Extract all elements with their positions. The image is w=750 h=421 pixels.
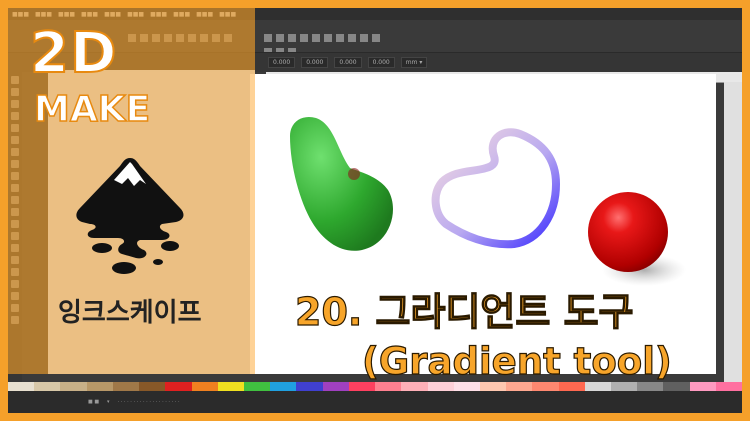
palette-swatch[interactable] — [270, 382, 297, 391]
gradient-stroke-bean[interactable] — [431, 128, 560, 249]
palette-swatch[interactable] — [34, 382, 61, 391]
palette-swatch[interactable] — [217, 382, 244, 391]
app-name-korean: 잉크스케이프 — [58, 298, 202, 328]
command-icons-right — [264, 34, 380, 42]
green-bean-dot — [348, 168, 360, 180]
document-properties-icon[interactable] — [336, 34, 344, 42]
x-field[interactable]: 0.000 — [268, 57, 296, 68]
y-field[interactable]: 0.000 — [301, 57, 329, 68]
palette-swatch[interactable] — [715, 382, 742, 391]
palette-swatch[interactable] — [322, 382, 349, 391]
w-field[interactable]: 0.000 — [334, 57, 362, 68]
status-layer-select[interactable]: ▾ — [107, 399, 110, 405]
inkscape-logo-icon — [76, 158, 184, 274]
palette-swatch[interactable] — [191, 382, 218, 391]
logo-make-text: MAKE — [33, 89, 151, 130]
title-line-2: (Gradient tool) — [361, 339, 672, 383]
status-bar: ■ ■ ▾ · · · · · · · · · · · · · · · · · … — [8, 391, 742, 413]
import-icon[interactable] — [360, 34, 368, 42]
palette-swatch[interactable] — [165, 382, 192, 391]
palette-swatch[interactable] — [296, 382, 323, 391]
palette-swatch[interactable] — [139, 382, 166, 391]
palette-swatch[interactable] — [86, 382, 113, 391]
print-icon[interactable] — [372, 34, 380, 42]
thumbnail-stage: ■■■ ■■■ ■■■ ■■■ ■■■ ■■■ ■■■ ■■■ ■■■ ■■■ — [0, 0, 750, 421]
palette-swatch[interactable] — [60, 382, 87, 391]
green-bean-shape[interactable] — [290, 116, 393, 251]
red-sphere[interactable] — [588, 192, 668, 272]
layers-icon[interactable] — [288, 34, 296, 42]
fill-stroke-icon[interactable] — [264, 34, 272, 42]
export-icon[interactable] — [348, 34, 356, 42]
h-field[interactable]: 0.000 — [367, 57, 395, 68]
canvas-artwork — [290, 116, 686, 286]
unit-select[interactable]: mm ▾ — [400, 57, 428, 68]
palette-swatch[interactable] — [8, 382, 35, 391]
vertical-scrollbar[interactable] — [724, 82, 742, 382]
align-icon[interactable] — [312, 34, 320, 42]
palette-swatch[interactable] — [112, 382, 140, 391]
title-line-1: 20. 그라디언트 도구 — [294, 289, 634, 334]
xml-editor-icon[interactable] — [300, 34, 308, 42]
status-fill-indicator: ■ ■ — [88, 399, 100, 405]
palette-swatch[interactable] — [243, 382, 271, 391]
preferences-icon[interactable] — [324, 34, 332, 42]
text-font-icon[interactable] — [276, 34, 284, 42]
status-message: · · · · · · · · · · · · · · · · · · · · — [117, 399, 180, 405]
palette-swatch[interactable] — [689, 382, 716, 391]
logo-2d-text: 2D — [29, 21, 118, 86]
